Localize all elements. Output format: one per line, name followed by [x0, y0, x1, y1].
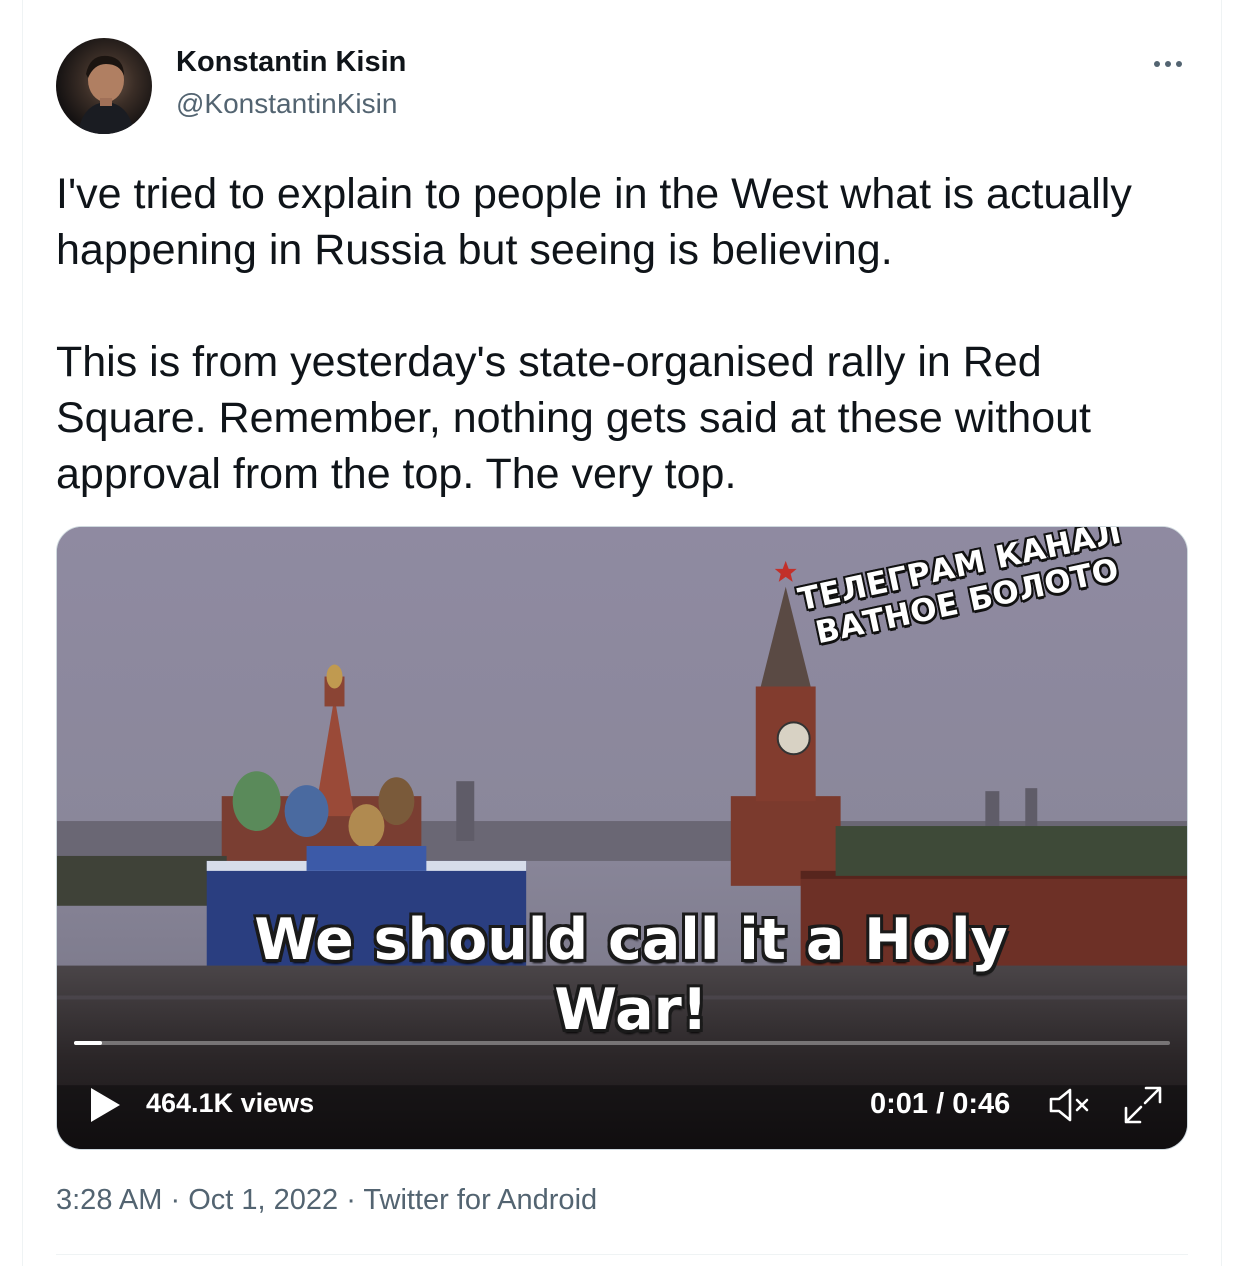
- author-name[interactable]: Konstantin Kisin: [176, 46, 406, 79]
- video-progress-fill: [74, 1041, 103, 1045]
- more-dots-icon[interactable]: [1146, 46, 1190, 82]
- author-handle[interactable]: @KonstantinKisin: [176, 88, 397, 120]
- video-progress-bar[interactable]: [74, 1041, 1170, 1045]
- tweet-meta: 3:28 AM · Oct 1, 2022 · Twitter for Andr…: [56, 1184, 597, 1217]
- fullscreen-icon[interactable]: [1122, 1084, 1164, 1126]
- meta-separator: ·: [170, 1184, 181, 1216]
- divider: [56, 1254, 1188, 1255]
- video-caption: We should call it a Holy War!: [254, 907, 1008, 1043]
- view-count: 464.1K views: [146, 1088, 315, 1118]
- video-player[interactable]: ТЕЛЕГРАМ КАНАЛ ВАТНОЕ БОЛОТО We should c…: [56, 526, 1188, 1150]
- meta-separator: ·: [346, 1184, 356, 1216]
- tweet-text: I've tried to explain to people in the W…: [56, 170, 1132, 498]
- author-avatar[interactable]: [56, 38, 152, 134]
- tweet-source[interactable]: Twitter for Android: [363, 1184, 597, 1216]
- play-icon[interactable]: [88, 1086, 122, 1124]
- video-frame: [57, 527, 1187, 1149]
- tweet-timestamp[interactable]: 3:28 AM: [56, 1184, 162, 1216]
- muted-speaker-icon[interactable]: [1048, 1086, 1092, 1124]
- video-time: 0:01 / 0:46: [870, 1088, 1011, 1120]
- tweet-date[interactable]: Oct 1, 2022: [188, 1184, 338, 1216]
